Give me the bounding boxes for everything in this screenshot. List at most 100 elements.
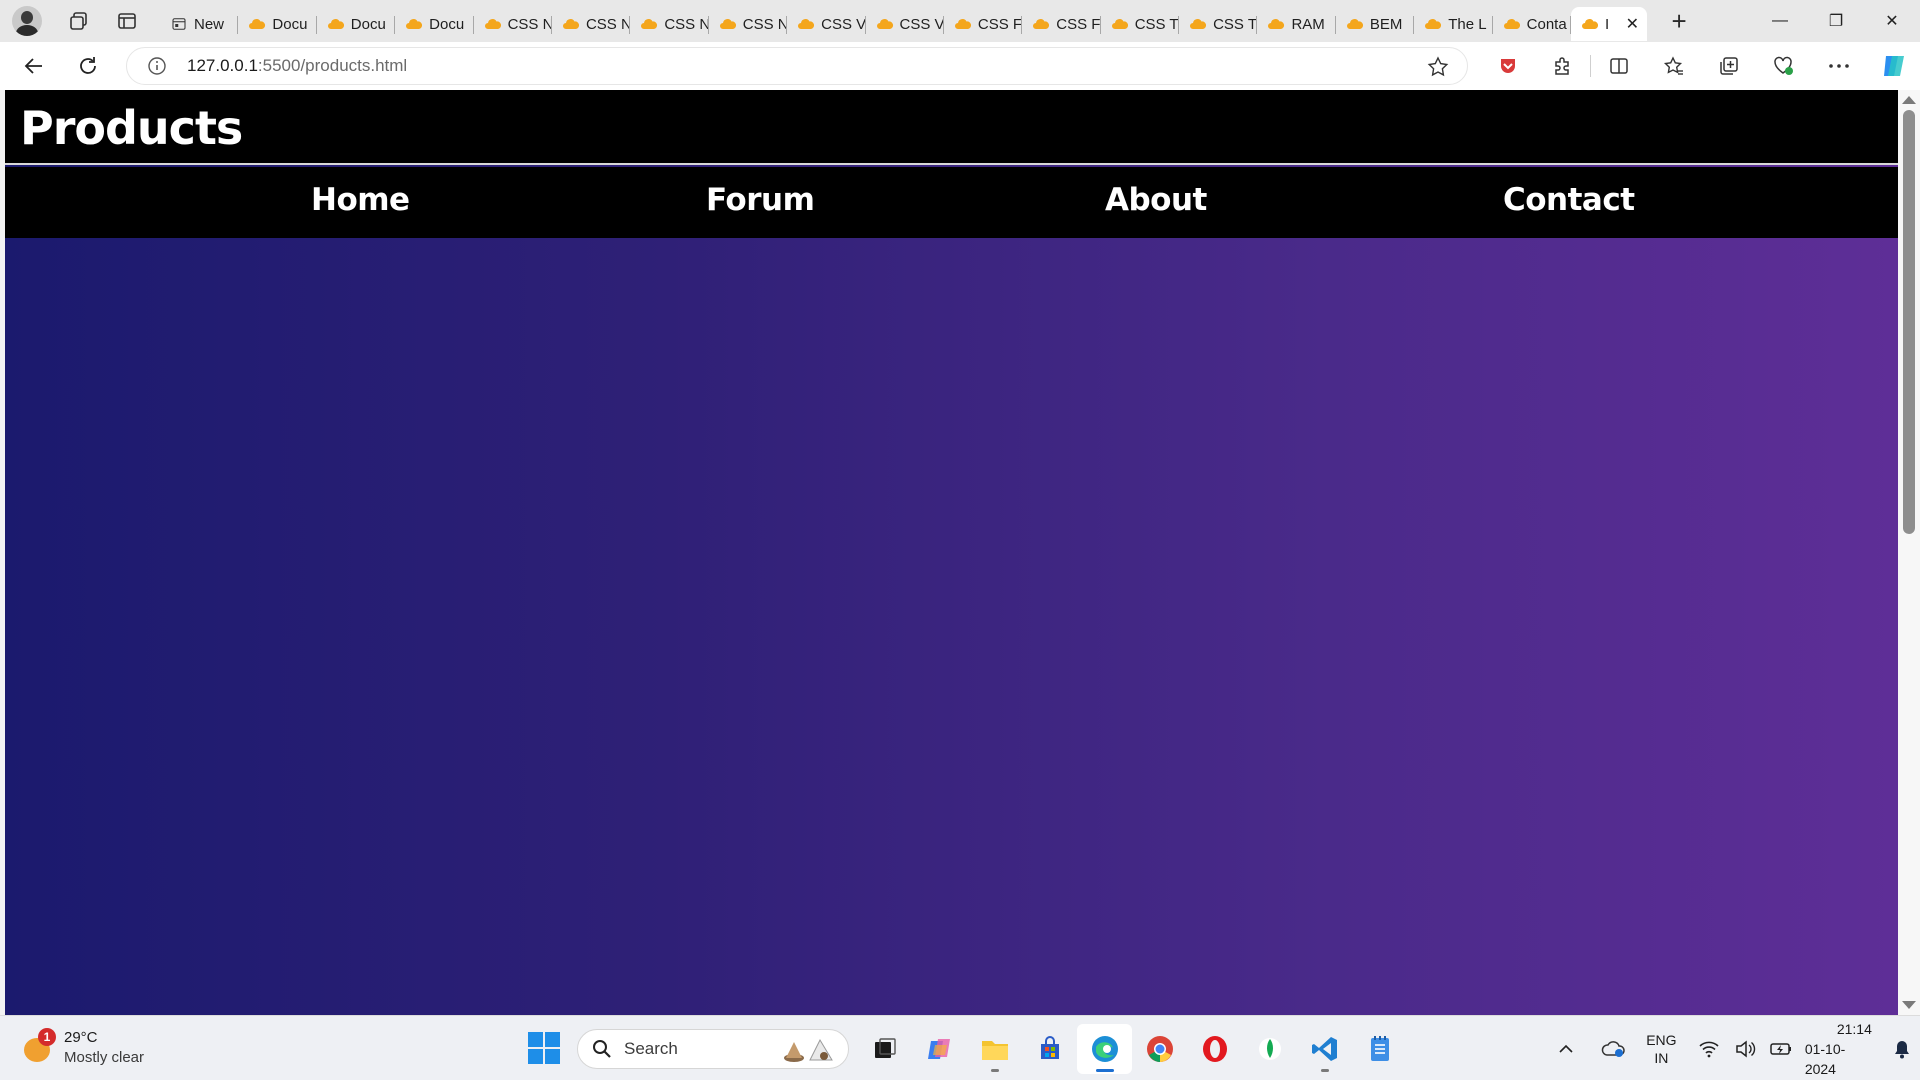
cloud-favicon-icon bbox=[1425, 19, 1442, 29]
browser-tab[interactable]: CSS N bbox=[709, 7, 788, 41]
tab-label: CSS T bbox=[1213, 15, 1257, 33]
refresh-button[interactable] bbox=[66, 44, 110, 88]
favorites-icon[interactable] bbox=[1646, 42, 1701, 90]
back-button[interactable] bbox=[12, 44, 56, 88]
copilot-icon[interactable] bbox=[1866, 42, 1920, 90]
file-explorer-icon[interactable] bbox=[967, 1024, 1022, 1074]
browser-tab[interactable]: CSS F bbox=[1022, 7, 1101, 41]
browser-tab-active[interactable]: I ✕ bbox=[1571, 7, 1648, 41]
search-icon bbox=[593, 1040, 611, 1058]
browser-essentials-icon[interactable] bbox=[1756, 42, 1811, 90]
restore-button[interactable]: ❐ bbox=[1808, 0, 1864, 42]
tab-label: The L bbox=[1448, 15, 1487, 33]
workspaces-icon[interactable] bbox=[68, 10, 90, 32]
cloud-favicon-icon bbox=[954, 19, 971, 29]
split-screen-icon[interactable] bbox=[1591, 42, 1646, 90]
opera-icon[interactable] bbox=[1187, 1024, 1242, 1074]
system-tray: ENG IN 21:14 01-10-2024 bbox=[1548, 1016, 1920, 1080]
vscode-icon[interactable] bbox=[1297, 1024, 1352, 1074]
microsoft-store-icon[interactable] bbox=[1022, 1024, 1077, 1074]
url-path: :5500/products.html bbox=[257, 56, 408, 75]
toolbar-actions bbox=[1480, 42, 1920, 90]
browser-tab[interactable]: RAM bbox=[1257, 7, 1336, 41]
notepad-icon[interactable] bbox=[1352, 1024, 1407, 1074]
taskbar-clock[interactable]: 21:14 01-10-2024 bbox=[1805, 1019, 1872, 1079]
site-info-icon[interactable] bbox=[137, 56, 177, 76]
nav-link-home[interactable]: Home bbox=[311, 182, 410, 218]
browser-tab[interactable]: Docu bbox=[395, 7, 474, 41]
refresh-icon bbox=[80, 57, 96, 74]
cloud-favicon-icon bbox=[1346, 19, 1363, 29]
browser-tab[interactable]: BEM bbox=[1336, 7, 1415, 41]
url-text[interactable]: 127.0.0.1:5500/products.html bbox=[187, 56, 407, 76]
extensions-puzzle-icon[interactable] bbox=[1535, 42, 1590, 90]
cloud-favicon-icon bbox=[327, 19, 344, 29]
start-windows-icon[interactable] bbox=[528, 1032, 560, 1064]
vertical-tabs-icon[interactable] bbox=[116, 10, 138, 32]
nav-link-contact[interactable]: Contact bbox=[1503, 182, 1635, 218]
browser-tab[interactable]: CSS T bbox=[1101, 7, 1180, 41]
scroll-up-arrow-icon[interactable] bbox=[1902, 96, 1916, 104]
browser-tab[interactable]: CSS V bbox=[787, 7, 866, 41]
profile-avatar[interactable] bbox=[12, 6, 42, 36]
show-hidden-icons-chevron-icon[interactable] bbox=[1552, 1034, 1580, 1064]
browser-tab[interactable]: CSS N bbox=[630, 7, 709, 41]
mongodb-compass-icon[interactable] bbox=[1242, 1024, 1297, 1074]
weather-widget[interactable]: 1 29°C Mostly clear bbox=[22, 1028, 144, 1068]
cloud-favicon-icon bbox=[876, 19, 893, 29]
weather-icon: 1 bbox=[22, 1028, 56, 1064]
volume-icon[interactable] bbox=[1731, 1034, 1759, 1064]
browser-tab[interactable]: CSS V bbox=[866, 7, 944, 41]
new-tab-button[interactable]: + bbox=[1659, 4, 1699, 38]
scroll-down-arrow-icon[interactable] bbox=[1902, 1001, 1916, 1009]
tab-list: New Docu Docu Docu CSS N CSS N CSS N CSS N CSS V… bbox=[160, 0, 1648, 42]
onedrive-sync-icon[interactable] bbox=[1600, 1034, 1628, 1064]
tab-label: CSS T bbox=[1134, 15, 1179, 33]
edge-browser-icon[interactable] bbox=[1077, 1024, 1132, 1074]
browser-tab[interactable]: Docu bbox=[317, 7, 396, 41]
tab-strip-leading bbox=[0, 0, 160, 42]
chrome-icon[interactable] bbox=[1132, 1024, 1187, 1074]
wifi-icon[interactable] bbox=[1695, 1034, 1723, 1064]
language-region: IN bbox=[1654, 1049, 1669, 1066]
minimize-button[interactable]: — bbox=[1752, 0, 1808, 42]
close-tab-icon[interactable]: ✕ bbox=[1626, 14, 1639, 34]
browser-toolbar: 127.0.0.1:5500/products.html bbox=[0, 42, 1920, 90]
tab-label: CSS F bbox=[1056, 15, 1101, 33]
weather-temperature: 29°C bbox=[64, 1029, 98, 1046]
browser-tab[interactable]: CSS T bbox=[1179, 7, 1258, 41]
taskbar-apps bbox=[857, 1024, 1407, 1074]
scrollbar-thumb[interactable] bbox=[1903, 110, 1915, 534]
browser-tab[interactable]: CSS N bbox=[552, 7, 631, 41]
more-options-icon[interactable] bbox=[1811, 42, 1866, 90]
tab-label: Docu bbox=[429, 15, 465, 33]
browser-tab[interactable]: Docu bbox=[238, 7, 317, 41]
tab-label: BEM bbox=[1369, 15, 1403, 33]
cloud-favicon-icon bbox=[249, 19, 266, 29]
address-bar[interactable]: 127.0.0.1:5500/products.html bbox=[126, 47, 1468, 85]
language-code: ENG bbox=[1646, 1031, 1677, 1048]
browser-tab[interactable]: CSS N bbox=[474, 7, 552, 41]
browser-tab[interactable]: The L bbox=[1414, 7, 1493, 41]
taskbar-search[interactable]: Search bbox=[577, 1029, 849, 1069]
task-view-icon[interactable] bbox=[857, 1024, 912, 1074]
tab-label: CSS N bbox=[507, 15, 552, 33]
close-window-button[interactable]: ✕ bbox=[1864, 0, 1920, 42]
input-language[interactable]: ENG IN bbox=[1646, 1031, 1676, 1067]
site-nav: Home Forum About Contact bbox=[5, 167, 1898, 238]
notification-bell-icon[interactable] bbox=[1888, 1034, 1916, 1064]
browser-tab[interactable]: Conta bbox=[1493, 7, 1572, 41]
browser-tab[interactable]: New bbox=[160, 7, 239, 41]
pocket-extension-icon[interactable] bbox=[1480, 42, 1535, 90]
tab-label: CSS N bbox=[585, 15, 631, 33]
favorite-star-icon[interactable] bbox=[1427, 56, 1449, 83]
battery-charging-icon[interactable] bbox=[1767, 1034, 1795, 1064]
nav-link-about[interactable]: About bbox=[1105, 182, 1207, 218]
cloud-favicon-icon bbox=[1582, 19, 1599, 29]
search-highlight-icon bbox=[784, 1038, 833, 1062]
copilot-app-icon[interactable] bbox=[912, 1024, 967, 1074]
nav-link-forum[interactable]: Forum bbox=[706, 182, 815, 218]
collections-icon[interactable] bbox=[1701, 42, 1756, 90]
page-scrollbar[interactable] bbox=[1898, 90, 1920, 1015]
browser-tab[interactable]: CSS F bbox=[944, 7, 1023, 41]
